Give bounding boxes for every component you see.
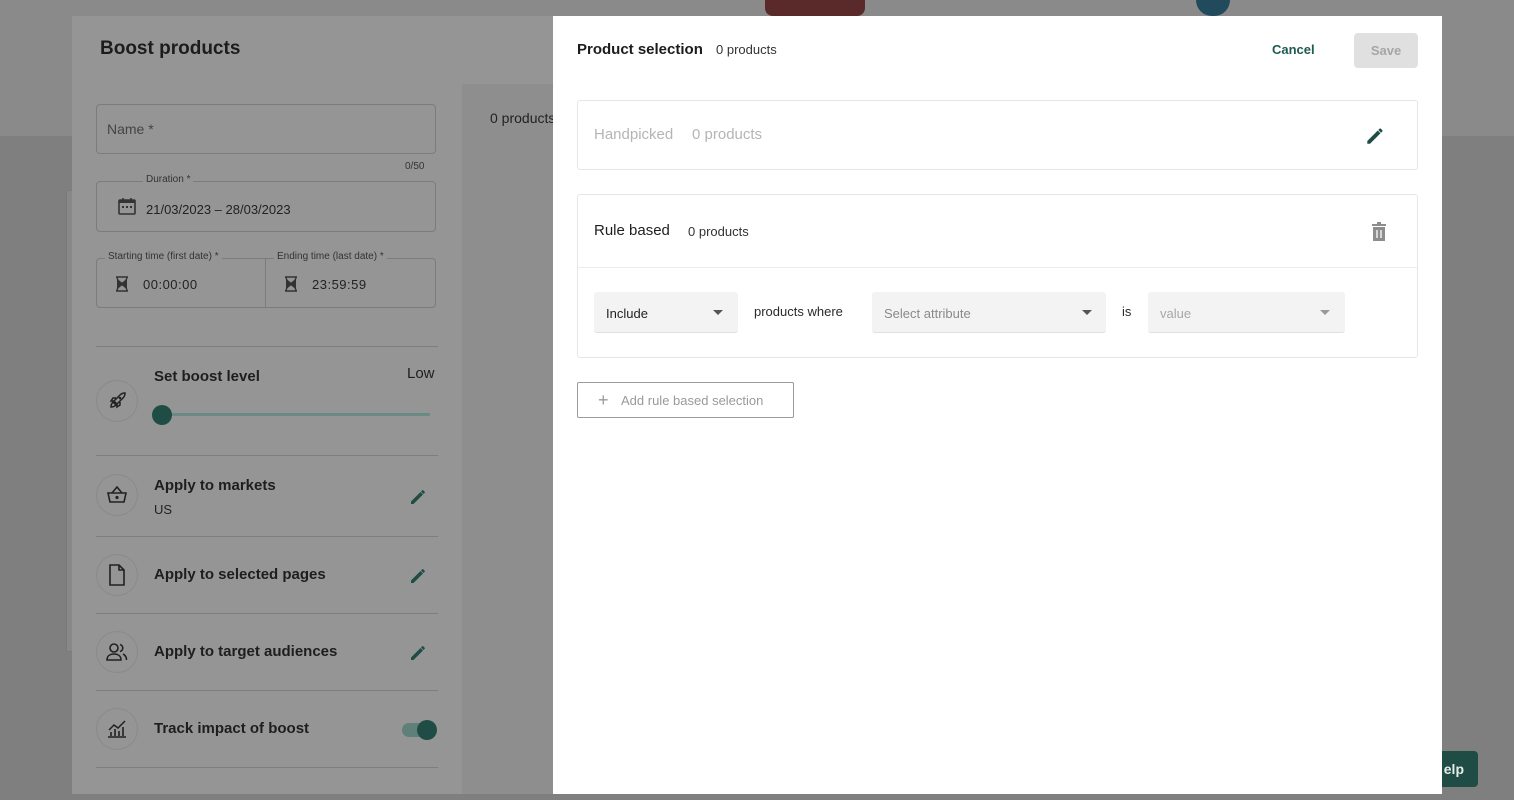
markets-value: US [154,502,173,517]
help-button-label: elp [1443,761,1464,777]
chevron-down-icon [713,310,723,315]
audiences-label: Apply to target audiences [154,643,338,660]
calendar-icon[interactable] [117,196,137,221]
name-counter: 0/50 [405,161,425,172]
value-select[interactable]: value [1148,292,1345,333]
add-rule-based-selection-button[interactable]: + Add rule based selection [577,382,794,418]
rule-based-count: 0 products [688,224,749,239]
rocket-icon [96,380,138,422]
products-where-label: products where [754,304,843,319]
chevron-down-icon [1082,310,1092,315]
cancel-button[interactable]: Cancel [1266,36,1321,64]
boost-level-slider-thumb[interactable] [152,405,172,425]
background-badge [765,0,865,16]
name-placeholder: Name * [107,121,154,137]
is-label: is [1122,304,1132,319]
rule-divider [578,267,1417,268]
product-selection-modal: Product selection 0 products Cancel Save… [553,16,1442,794]
boost-level-value: Low [407,365,435,382]
divider [96,455,438,456]
trend-chart-icon [96,708,138,750]
duration-value: 21/03/2023 – 28/03/2023 [146,202,291,217]
attribute-select[interactable]: Select attribute [872,292,1106,333]
rule-based-label: Rule based [594,222,670,239]
save-button[interactable]: Save [1354,33,1418,68]
end-time-value: 23:59:59 [312,277,367,292]
duration-label: Duration * [143,174,194,185]
edit-audiences-icon[interactable] [408,643,428,668]
boost-level-slider-track[interactable] [162,413,430,416]
add-rule-label: Add rule based selection [621,393,764,408]
track-impact-toggle-thumb[interactable] [417,720,437,740]
divider [96,346,438,347]
pages-label: Apply to selected pages [154,566,326,583]
modal-product-count: 0 products [716,42,777,57]
include-select-value: Include [606,306,648,321]
boost-dialog-title: Boost products [100,38,241,59]
boost-products-count: 0 products [490,110,556,126]
modal-title: Product selection [577,41,703,58]
markets-label: Apply to markets [154,477,276,494]
end-time-label: Ending time (last date) * [274,251,387,262]
delete-icon[interactable] [1371,222,1387,247]
chevron-down-icon [1320,310,1330,315]
duration-field[interactable]: Duration * 21/03/2023 – 28/03/2023 [96,174,436,232]
divider [96,767,438,768]
rule-based-card: Rule based 0 products Include products w… [577,194,1418,358]
hourglass-icon [115,276,129,297]
page-icon [96,554,138,596]
hourglass-icon [284,276,298,297]
start-time-field[interactable]: Starting time (first date) * 00:00:00 [96,251,266,308]
boost-level-label: Set boost level [154,368,260,385]
start-time-value: 00:00:00 [143,277,198,292]
audience-icon [96,631,138,673]
edit-handpicked-icon[interactable] [1364,125,1386,152]
divider [96,690,438,691]
attribute-select-placeholder: Select attribute [884,306,971,321]
name-field[interactable]: Name * [96,104,436,154]
edit-markets-icon[interactable] [408,487,428,512]
track-impact-label: Track impact of boost [154,720,310,737]
plus-icon: + [598,390,609,410]
divider [96,536,438,537]
handpicked-count: 0 products [692,126,763,143]
handpicked-card: Handpicked 0 products [577,100,1418,170]
start-time-label: Starting time (first date) * [105,251,222,262]
edit-pages-icon[interactable] [408,566,428,591]
basket-icon [96,474,138,516]
divider [96,613,438,614]
include-select[interactable]: Include [594,292,738,333]
value-select-placeholder: value [1160,306,1192,321]
end-time-field[interactable]: Ending time (last date) * 23:59:59 [266,251,436,308]
handpicked-label: Handpicked [594,126,674,143]
